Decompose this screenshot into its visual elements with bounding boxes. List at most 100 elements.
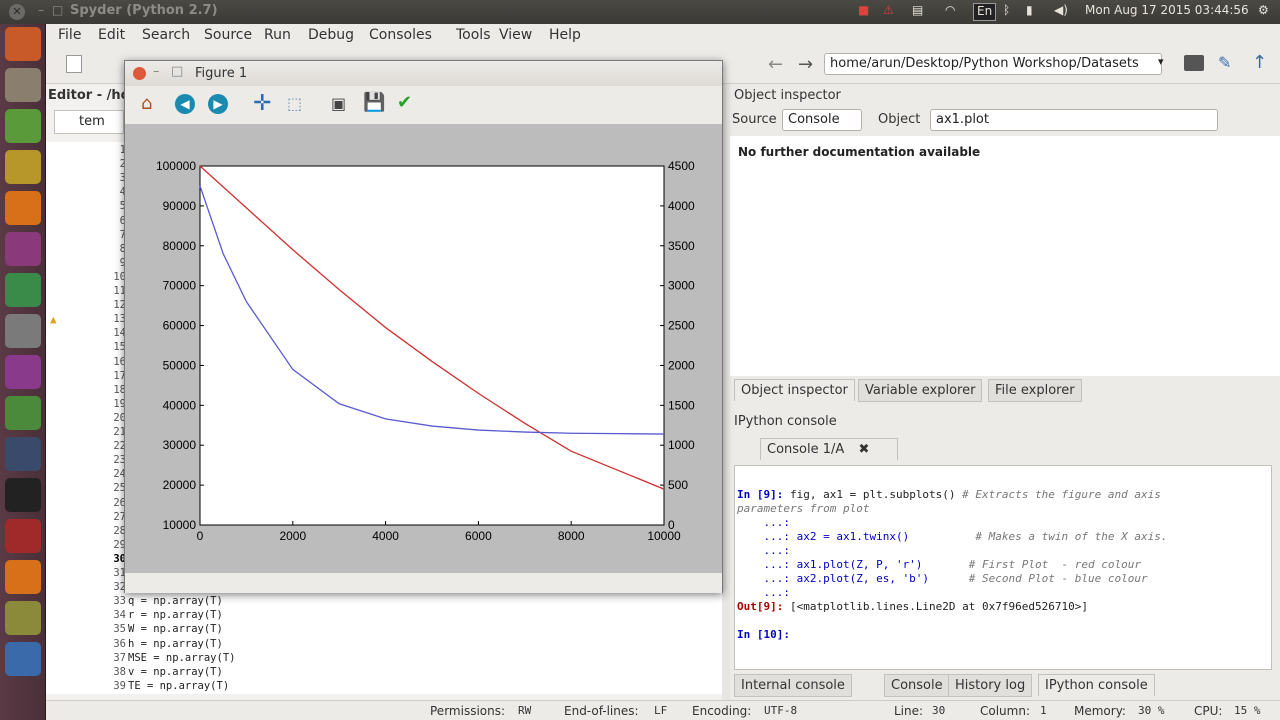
- menu-file[interactable]: File: [58, 27, 81, 43]
- plot-canvas[interactable]: 0 2000 4000 6000 8000 10000100002000030000400…: [125, 124, 722, 572]
- tab-history-log[interactable]: History log: [948, 674, 1033, 697]
- app-icon[interactable]: [5, 273, 41, 307]
- menu-search[interactable]: Search: [142, 27, 190, 43]
- settings-gear-icon[interactable]: ⚙: [1258, 3, 1269, 21]
- python-icon[interactable]: [5, 150, 41, 184]
- line-number: 31: [113, 567, 126, 579]
- line-number: 19: [113, 397, 126, 410]
- settings-icon[interactable]: [5, 396, 41, 430]
- recording-icon[interactable]: ■: [858, 3, 869, 21]
- column-value: 1: [1040, 704, 1047, 717]
- menu-view[interactable]: View: [499, 27, 532, 43]
- chevron-down-icon[interactable]: ▾: [1158, 55, 1164, 68]
- line-number: 30: [113, 552, 126, 565]
- working-directory-input[interactable]: home/arun/Desktop/Python Workshop/Datase…: [824, 53, 1162, 75]
- new-file-icon[interactable]: [66, 55, 82, 73]
- console-line: In [9]: fig, ax1 = plt.subplots() # Extr…: [737, 488, 1161, 501]
- tab-internal-console[interactable]: Internal console: [734, 674, 852, 697]
- ipython-console[interactable]: In [9]: fig, ax1 = plt.subplots() # Extr…: [734, 465, 1272, 670]
- python-path-icon[interactable]: ✎: [1218, 53, 1231, 72]
- maximize-icon[interactable]: □: [52, 3, 63, 17]
- minimize-icon[interactable]: –: [38, 3, 44, 17]
- line-number: 33: [113, 595, 126, 608]
- subplots-icon[interactable]: ▣: [331, 94, 346, 113]
- console-line: ...: ax2.plot(Z, es, 'b') # Second Plot …: [737, 572, 1148, 585]
- wifi-icon[interactable]: ◠: [945, 3, 955, 21]
- zoom-rect-icon[interactable]: ⬚: [287, 94, 302, 113]
- object-input[interactable]: ax1.plot: [930, 109, 1218, 131]
- menu-help[interactable]: Help: [549, 27, 581, 43]
- forward-icon[interactable]: ▶: [208, 94, 228, 114]
- bluetooth-icon[interactable]: ᛒ: [1003, 3, 1010, 21]
- edit-check-icon[interactable]: ✔: [397, 92, 412, 113]
- waveform-icon[interactable]: [5, 601, 41, 635]
- menu-source[interactable]: Source: [204, 27, 252, 43]
- workspaces-icon[interactable]: [5, 642, 41, 676]
- keyboard-layout-indicator[interactable]: En: [973, 3, 997, 21]
- figure-minimize-icon[interactable]: –: [153, 64, 160, 79]
- figure-maximize-icon[interactable]: □: [171, 64, 183, 79]
- menu-edit[interactable]: Edit: [98, 27, 125, 43]
- console-tab-label: Console 1/A: [767, 442, 845, 457]
- software-center-icon[interactable]: [5, 355, 41, 389]
- files-icon[interactable]: [5, 68, 41, 102]
- tab-object-inspector[interactable]: Object inspector: [734, 379, 855, 401]
- warning-icon[interactable]: ⚠: [883, 3, 894, 21]
- ubuntu-dash-icon[interactable]: [5, 27, 41, 61]
- tab-file-explorer[interactable]: File explorer: [988, 379, 1082, 402]
- help-icon[interactable]: [5, 314, 41, 348]
- terminal-icon[interactable]: [5, 478, 41, 512]
- top-panel: ✕ – □ Spyder (Python 2.7) ■ ⚠ ▤ ◠ En ᛒ ▮…: [0, 0, 1280, 24]
- y-tick-label: 50000: [163, 358, 197, 372]
- y-tick-label: 10000: [163, 518, 197, 532]
- menu-debug[interactable]: Debug: [308, 27, 354, 43]
- vlc-icon[interactable]: [5, 191, 41, 225]
- up-arrow-icon[interactable]: ↑: [1252, 52, 1267, 73]
- cpu-value: 15 %: [1234, 704, 1261, 717]
- firefox-icon[interactable]: [5, 560, 41, 594]
- font-viewer-icon[interactable]: [5, 437, 41, 471]
- tab-variable-explorer[interactable]: Variable explorer: [858, 379, 983, 402]
- code-line: W = np.array(T): [128, 623, 223, 636]
- line-number: 27: [113, 510, 126, 523]
- y2-tick-label: 3000: [668, 279, 695, 293]
- console-tab[interactable]: Console 1/A ✖: [760, 438, 898, 460]
- battery-icon[interactable]: ▮: [1026, 3, 1033, 21]
- close-icon[interactable]: ✕: [9, 4, 25, 20]
- editor-tab[interactable]: tem: [54, 110, 124, 134]
- back-icon[interactable]: ◀: [175, 94, 195, 114]
- line-number: 16: [113, 355, 126, 368]
- forward-arrow-icon[interactable]: →: [798, 54, 813, 75]
- menu-tools[interactable]: Tools: [456, 27, 491, 43]
- line-number: 1: [119, 144, 126, 156]
- inspector-title: Object inspector: [734, 88, 841, 103]
- home-icon[interactable]: ⌂: [141, 93, 152, 114]
- line-label: Line:: [894, 704, 924, 718]
- x-tick-label: 6000: [465, 529, 492, 543]
- pan-icon[interactable]: ✛: [253, 91, 271, 116]
- folder-icon[interactable]: [1184, 55, 1204, 71]
- tab-console[interactable]: Console: [884, 674, 950, 697]
- chrome-icon[interactable]: [5, 109, 41, 143]
- figure-title: Figure 1: [195, 66, 248, 81]
- y-tick-label: 70000: [163, 279, 197, 293]
- line-number: 36: [113, 637, 126, 650]
- clipboard-icon[interactable]: ▤: [912, 3, 923, 21]
- line-number: 8: [119, 242, 126, 255]
- editor-title: Editor - /ho: [48, 88, 130, 103]
- menu-consoles[interactable]: Consoles: [369, 27, 432, 43]
- clock[interactable]: Mon Aug 17 2015 03:44:56: [1085, 3, 1249, 21]
- figure-close-icon[interactable]: [133, 67, 146, 80]
- media-icon[interactable]: [5, 232, 41, 266]
- menu-run[interactable]: Run: [264, 27, 291, 43]
- save-icon[interactable]: 💾: [363, 92, 385, 113]
- spyder-icon[interactable]: [5, 519, 41, 553]
- back-arrow-icon[interactable]: ←: [768, 54, 783, 75]
- warning-icon[interactable]: ▲: [50, 313, 57, 326]
- source-select[interactable]: Console: [782, 109, 862, 131]
- source-label: Source: [732, 112, 777, 127]
- unity-launcher: [0, 24, 46, 720]
- tab-ipython-console[interactable]: IPython console: [1038, 674, 1155, 696]
- volume-icon[interactable]: ◀): [1054, 3, 1068, 21]
- line-number: 2: [119, 158, 126, 171]
